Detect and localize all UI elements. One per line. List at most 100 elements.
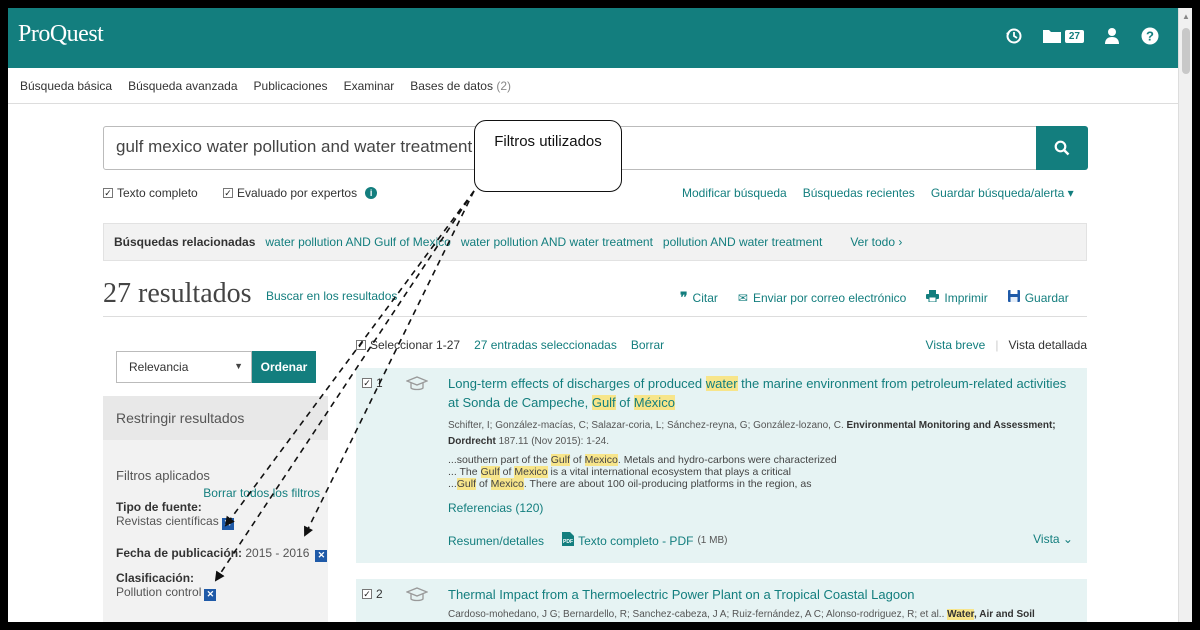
nav-databases-count: (2) xyxy=(496,78,511,93)
envelope-icon: ✉ xyxy=(737,290,748,305)
email-button[interactable]: ✉ Enviar por correo electrónico xyxy=(738,291,906,305)
page-scrollbar[interactable]: ▲ xyxy=(1178,8,1192,622)
title-part: Long-term effects of discharges of produ… xyxy=(448,376,706,391)
printer-icon xyxy=(926,290,940,305)
floppy-disk-icon xyxy=(1007,290,1020,305)
record-view-dropdown[interactable]: Vista ⌄ xyxy=(1033,532,1073,546)
recent-searches-link[interactable]: Búsquedas recientes xyxy=(803,186,915,200)
full-text-option[interactable]: ✓ Texto completo xyxy=(103,186,198,200)
detailed-view-label[interactable]: Vista detallada xyxy=(1008,338,1087,352)
search-button[interactable] xyxy=(1036,126,1088,170)
nav-bar: Búsqueda básica Búsqueda avanzada Public… xyxy=(8,68,1178,104)
related-link-3[interactable]: pollution AND water treatment xyxy=(663,235,822,249)
nav-advanced-search[interactable]: Búsqueda avanzada xyxy=(128,79,237,93)
date-filter: Fecha de publicación: 2015 - 2016 ✕ xyxy=(116,546,328,562)
classification-filter: Clasificación: Pollution control ✕ xyxy=(116,571,217,601)
clear-selection-link[interactable]: Borrar xyxy=(631,338,664,352)
user-icon[interactable] xyxy=(1102,26,1122,46)
scroll-thumb[interactable] xyxy=(1182,28,1190,74)
remove-source-type-icon[interactable]: ✕ xyxy=(221,517,234,530)
sort-selected-value: Relevancia xyxy=(129,360,189,374)
title-highlight: Gulf xyxy=(591,395,616,410)
keyword-highlight: Mexico xyxy=(584,454,618,466)
scholarly-journal-icon xyxy=(405,376,429,395)
peer-reviewed-label: Evaluado por expertos xyxy=(237,186,358,200)
nav-browse[interactable]: Examinar xyxy=(344,79,395,93)
record-number-label: 1 xyxy=(376,376,383,390)
title-highlight: México xyxy=(633,395,675,410)
peer-reviewed-option[interactable]: ✓ Evaluado por expertos i xyxy=(223,186,378,200)
save-search-alert-link[interactable]: Guardar búsqueda/alerta ▾ xyxy=(931,186,1074,200)
selected-entries-link[interactable]: 27 entradas seleccionadas xyxy=(474,338,617,352)
svg-text:?: ? xyxy=(1146,29,1154,44)
peer-reviewed-checkbox[interactable]: ✓ xyxy=(223,188,233,198)
record-journal[interactable]: , Air and Soil xyxy=(974,609,1035,620)
record-checkbox[interactable]: ✓ xyxy=(362,378,372,388)
related-searches: Búsquedas relacionadas water pollution A… xyxy=(103,223,1087,261)
source-type-label: Tipo de fuente: xyxy=(116,500,202,514)
applied-filters-heading: Filtros aplicados xyxy=(116,468,210,483)
result-record-2: ✓ 2 Thermal Impact from a Thermoelectric… xyxy=(356,579,1087,622)
remove-classification-icon[interactable]: ✕ xyxy=(204,588,217,601)
keyword-highlight: Gulf xyxy=(550,454,570,466)
history-icon[interactable] xyxy=(1004,26,1024,46)
print-label: Imprimir xyxy=(944,290,988,305)
keyword-highlight: Gulf xyxy=(480,466,500,478)
full-text-checkbox[interactable]: ✓ xyxy=(103,188,113,198)
clear-all-filters-link[interactable]: Borrar todos los filtros xyxy=(203,486,320,500)
scroll-up-arrow-icon[interactable]: ▲ xyxy=(1182,12,1190,21)
remove-date-icon[interactable]: ✕ xyxy=(315,549,328,562)
restrict-results-heading[interactable]: Restringir resultados xyxy=(103,396,328,440)
select-all-checkbox[interactable]: ✓ xyxy=(356,340,366,350)
record-checkbox[interactable]: ✓ xyxy=(362,589,372,599)
nav-databases[interactable]: Bases de datos (2) xyxy=(410,79,511,93)
search-within-results-link[interactable]: Buscar en los resultados xyxy=(266,289,397,303)
dropdown-arrow-icon: ▼ xyxy=(234,361,243,371)
results-divider xyxy=(103,316,1087,317)
search-icon xyxy=(1054,140,1070,156)
sort-select[interactable]: Relevancia ▼ xyxy=(116,351,252,383)
nav-databases-label: Bases de datos xyxy=(410,78,493,93)
save-button[interactable]: Guardar xyxy=(1007,290,1069,305)
record-title-link[interactable]: Long-term effects of discharges of produ… xyxy=(448,374,1078,412)
record-number: ✓ 1 xyxy=(362,376,383,390)
related-link-2[interactable]: water pollution AND water treatment xyxy=(461,235,653,249)
folder-button[interactable]: 27 xyxy=(1042,26,1084,46)
full-text-pdf-label: Texto completo - PDF xyxy=(578,533,694,548)
quote-icon: ❞ xyxy=(680,289,688,305)
pdf-icon: PDF xyxy=(562,532,575,549)
record-authors: Cardoso-mohedano, J G; Bernardello, R; S… xyxy=(448,609,945,620)
help-icon[interactable]: ? xyxy=(1140,26,1160,46)
folder-icon xyxy=(1042,26,1062,46)
print-button[interactable]: Imprimir xyxy=(926,290,988,305)
proquest-logo[interactable]: ProQuest xyxy=(18,21,104,48)
references-link[interactable]: Referencias (120) xyxy=(448,501,543,515)
brief-view-link[interactable]: Vista breve xyxy=(926,338,986,352)
see-all-link[interactable]: Ver todo › xyxy=(850,235,902,249)
cite-button[interactable]: ❞ Citar xyxy=(680,289,718,306)
pdf-size: (1 MB) xyxy=(697,535,728,546)
record-journal-highlight[interactable]: Water xyxy=(947,609,975,620)
info-icon[interactable]: i xyxy=(365,187,378,199)
folder-count-badge: 27 xyxy=(1064,29,1084,43)
results-actions: ❞ Citar ✉ Enviar por correo electrónico Im… xyxy=(680,289,1069,306)
record-number-label: 2 xyxy=(376,587,383,601)
source-type-filter: Tipo de fuente: Revistas científicas ✕ xyxy=(116,500,234,530)
classification-value: Pollution control xyxy=(116,585,202,599)
related-label: Búsquedas relacionadas xyxy=(114,235,256,249)
abstract-details-link[interactable]: Resumen/detalles xyxy=(448,534,544,548)
search-links: Modificar búsqueda Búsquedas recientes G… xyxy=(682,186,1074,200)
scholarly-journal-icon xyxy=(405,587,429,606)
sort-button[interactable]: Ordenar xyxy=(252,351,316,383)
select-range[interactable]: ✓ Seleccionar 1-27 xyxy=(356,338,460,352)
selection-controls: ✓ Seleccionar 1-27 27 entradas selecciona… xyxy=(356,338,664,352)
source-type-value: Revistas científicas xyxy=(116,514,219,528)
nav-publications[interactable]: Publicaciones xyxy=(254,79,328,93)
related-link-1[interactable]: water pollution AND Gulf of Mexico xyxy=(265,235,450,249)
full-text-pdf-link[interactable]: PDF Texto completo - PDF (1 MB) xyxy=(562,532,727,549)
record-title-link[interactable]: Thermal Impact from a Thermoelectric Pow… xyxy=(448,585,1078,604)
full-text-label: Texto completo xyxy=(117,186,198,200)
nav-basic-search[interactable]: Búsqueda básica xyxy=(20,79,112,93)
svg-text:PDF: PDF xyxy=(563,539,573,545)
modify-search-link[interactable]: Modificar búsqueda xyxy=(682,186,787,200)
